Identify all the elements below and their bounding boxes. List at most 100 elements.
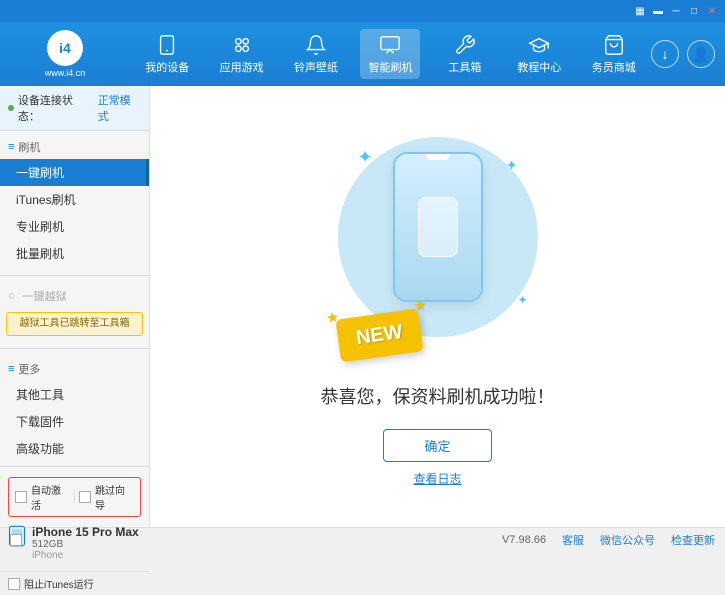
nav-tool-icon [453,33,477,57]
device-name: iPhone 15 Pro Max [32,525,139,539]
nav-toolbox[interactable]: 工具箱 [435,29,495,79]
nav-service[interactable]: 务员商城 [584,29,644,79]
guide-activate-label: 跳过向导 [95,482,134,512]
nav-apps-icon [230,33,254,57]
phone-mockup [393,152,483,302]
itunes-checkbox[interactable] [8,578,20,590]
device-section: 自动激活 跳过向导 iPhone 15 Pro M [0,467,149,571]
sidebar-item-pro[interactable]: 专业刷机 [0,213,149,240]
auto-activate-row: 自动激活 跳过向导 [8,477,141,517]
jailbreak-label: 一键越狱 [23,288,67,304]
sidebar-section-flash-header: ≡ 刷机 [0,135,149,159]
nav-tutorial-icon [527,33,551,57]
new-ribbon: ★ NEW ★ [335,308,423,362]
sidebar-section-jailbreak: ○ 一键越狱 越狱工具已跳转至工具箱 [0,280,149,344]
sidebar-section-flash: ≡ 刷机 一键刷机 iTunes刷机 专业刷机 批量刷机 [0,131,149,271]
guide-activate-checkbox[interactable] [79,491,91,503]
battery-icon: ▬ [651,4,665,18]
nav-items: 我的设备 应用游戏 铃声壁纸 智能刷机 工具箱 [130,29,651,79]
download-button[interactable]: ↓ [651,40,679,68]
device-storage: 512GB [32,539,139,550]
top-bar: ▦ ▬ ─ □ ✕ [0,0,725,22]
firmware-label: 下载固件 [16,413,64,430]
sidebar-item-other-tools[interactable]: 其他工具 [0,381,149,408]
sparkle-2: ✦ [506,157,518,174]
logo-subtext: www.i4.cn [45,68,86,78]
sidebar-section-more: ≡ 更多 其他工具 下载固件 高级功能 [0,353,149,466]
status-dot [8,105,14,111]
nav-smart-flash[interactable]: 智能刷机 [360,29,420,79]
log-link[interactable]: 查看日志 [413,470,461,487]
sidebar-jailbreak-header: ○ 一键越狱 [0,284,149,308]
header: i4 www.i4.cn 我的设备 应用游戏 铃声壁纸 [0,22,725,86]
itunes-label: iTunes刷机 [16,191,76,208]
confirm-button[interactable]: 确定 [383,429,491,462]
nav-my-device[interactable]: 我的设备 [137,29,197,79]
wechat-link[interactable]: 微信公众号 [600,532,655,548]
header-right: ↓ 👤 [651,40,725,68]
nav-apps-label: 应用游戏 [220,59,264,75]
pro-label: 专业刷机 [16,218,64,235]
nav-ringtone[interactable]: 铃声壁纸 [286,29,346,79]
phone-screen [395,154,481,300]
sidebar-more-header: ≡ 更多 [0,357,149,381]
footer-checkbox[interactable] [10,534,22,546]
more-label: 更多 [18,361,40,377]
device-details: iPhone 15 Pro Max 512GB iPhone [32,525,139,561]
device-info: iPhone 15 Pro Max 512GB iPhone [8,521,141,565]
one-click-label: 一键刷机 [16,164,64,181]
maximize-button[interactable]: □ [687,4,701,18]
sparkle-1: ✦ [358,147,373,168]
warning-text: 越狱工具已跳转至工具箱 [20,318,130,329]
minimize-button[interactable]: ─ [669,4,683,18]
auto-activate-label: 自动激活 [31,482,70,512]
new-badge-text: NEW [354,320,403,348]
phone-notch [426,154,450,160]
sidebar: 设备连接状态： 正常模式 ≡ 刷机 一键刷机 iTunes刷机 专业刷机 批量刷… [0,86,150,527]
footer-right: V7.98.66 客服 微信公众号 检查更新 [502,532,715,548]
auto-activate-checkbox[interactable] [15,491,27,503]
user-button[interactable]: 👤 [687,40,715,68]
other-tools-label: 其他工具 [16,386,64,403]
sidebar-item-advanced[interactable]: 高级功能 [0,435,149,462]
phone-content [418,197,458,257]
nav-tutorial-label: 教程中心 [517,59,561,75]
nav-ringtone-label: 铃声壁纸 [294,59,338,75]
jailbreak-warning: 越狱工具已跳转至工具箱 [6,312,143,336]
nav-phone-icon [155,33,179,57]
nav-my-device-label: 我的设备 [145,59,189,75]
nav-apps[interactable]: 应用游戏 [212,29,272,79]
sidebar-item-firmware[interactable]: 下载固件 [0,408,149,435]
version-label: V7.98.66 [502,534,546,546]
sidebar-item-itunes[interactable]: iTunes刷机 [0,186,149,213]
illustration-container: ✦ ✦ ✦ ★ NEW ★ [318,127,558,367]
itunes-label: 阻止iTunes运行 [24,576,94,591]
customer-service-link[interactable]: 客服 [562,532,584,548]
logo-area: i4 www.i4.cn [0,30,130,78]
logo-circle: i4 [47,30,83,66]
section-flash-label: 刷机 [18,139,40,155]
success-message: 恭喜您，保资料刷机成功啦！ [321,383,555,409]
itunes-bar: 阻止iTunes运行 [0,571,149,595]
logo-text: i4 [59,40,71,56]
content-area: ✦ ✦ ✦ ★ NEW ★ 恭喜您，保资料刷机成功啦！ 确定 查看日志 [150,86,725,527]
batch-label: 批量刷机 [16,245,64,262]
nav-service-label: 务员商城 [592,59,636,75]
sidebar-bottom: 自动激活 跳过向导 iPhone 15 Pro M [0,466,149,595]
nav-ring-icon [304,33,328,57]
device-type: iPhone [32,550,139,561]
divider-1 [0,275,149,276]
status-label: 设备连接状态： [18,92,94,124]
nav-tutorial[interactable]: 教程中心 [509,29,569,79]
sidebar-item-batch[interactable]: 批量刷机 [0,240,149,267]
sidebar-status: 设备连接状态： 正常模式 [0,86,149,131]
close-button[interactable]: ✕ [705,4,719,18]
check-update-link[interactable]: 检查更新 [671,532,715,548]
sparkle-3: ✦ [517,293,527,307]
advanced-label: 高级功能 [16,440,64,457]
footer-left [10,534,22,546]
nav-smart-label: 智能刷机 [368,59,412,75]
main-area: 设备连接状态： 正常模式 ≡ 刷机 一键刷机 iTunes刷机 专业刷机 批量刷… [0,86,725,527]
nav-service-icon [602,33,626,57]
sidebar-item-one-click[interactable]: 一键刷机 [0,159,149,186]
